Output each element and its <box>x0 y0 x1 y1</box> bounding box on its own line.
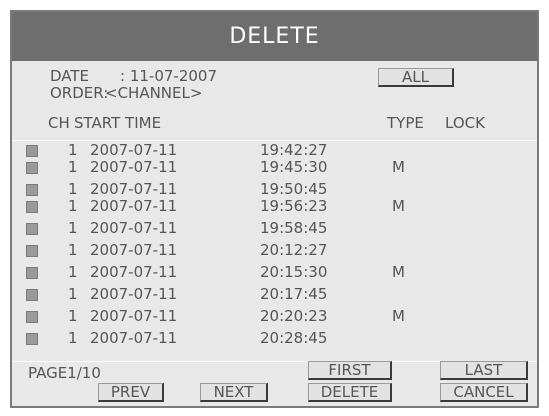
row-type: M <box>392 197 405 215</box>
row-channel: 1 <box>68 329 78 347</box>
date-value: : 11-07-2007 <box>120 67 217 85</box>
row-channel: 1 <box>68 197 78 215</box>
row-date: 2007-07-11 <box>90 329 178 347</box>
first-button[interactable]: FIRST <box>308 361 392 380</box>
row-checkbox[interactable] <box>26 289 38 301</box>
row-time: 20:28:45 <box>260 329 328 347</box>
column-header-ch: CH <box>48 114 70 132</box>
cancel-button[interactable]: CANCEL <box>440 383 528 402</box>
table-row[interactable]: 1 2007-07-11 19:58:45 <box>12 220 537 237</box>
row-channel: 1 <box>68 219 78 237</box>
row-date: 2007-07-11 <box>90 197 178 215</box>
row-checkbox[interactable] <box>26 145 38 157</box>
row-channel: 1 <box>68 263 78 281</box>
row-channel: 1 <box>68 141 78 159</box>
delete-button[interactable]: DELETE <box>308 383 392 402</box>
row-date: 2007-07-11 <box>90 241 178 259</box>
row-date: 2007-07-11 <box>90 180 178 198</box>
row-time: 20:12:27 <box>260 241 328 259</box>
table-row[interactable]: 1 2007-07-11 20:15:30 M <box>12 264 537 281</box>
row-date: 2007-07-11 <box>90 307 178 325</box>
row-time: 20:15:30 <box>260 263 328 281</box>
row-type: M <box>392 307 405 325</box>
row-checkbox[interactable] <box>26 162 38 174</box>
row-channel: 1 <box>68 180 78 198</box>
row-checkbox[interactable] <box>26 201 38 213</box>
row-checkbox[interactable] <box>26 311 38 323</box>
row-time: 19:45:30 <box>260 158 328 176</box>
order-value[interactable]: <CHANNEL> <box>105 85 202 101</box>
row-time: 20:17:45 <box>260 285 328 303</box>
row-channel: 1 <box>68 241 78 259</box>
column-header-start-time: START TIME <box>74 114 162 132</box>
row-type: M <box>392 158 405 176</box>
table-row[interactable]: 1 2007-07-11 19:45:30 M <box>12 159 537 176</box>
table-row[interactable]: 1 2007-07-11 20:28:45 <box>12 330 537 347</box>
row-time: 19:58:45 <box>260 219 328 237</box>
row-channel: 1 <box>68 158 78 176</box>
all-button[interactable]: ALL <box>378 68 454 87</box>
dialog-title: DELETE <box>12 12 537 61</box>
row-time: 19:56:23 <box>260 197 328 215</box>
row-checkbox[interactable] <box>26 245 38 257</box>
row-date: 2007-07-11 <box>90 285 178 303</box>
table-row[interactable]: 1 2007-07-11 19:50:45 <box>12 181 537 198</box>
page-indicator: PAGE1/10 <box>28 364 101 382</box>
last-button[interactable]: LAST <box>440 361 528 380</box>
row-checkbox[interactable] <box>26 267 38 279</box>
order-label: ORDER: <box>50 84 109 102</box>
row-checkbox[interactable] <box>26 333 38 345</box>
table-row[interactable]: 1 2007-07-11 19:42:27 <box>12 142 537 159</box>
row-checkbox[interactable] <box>26 184 38 196</box>
table-row[interactable]: 1 2007-07-11 20:12:27 <box>12 242 537 259</box>
row-date: 2007-07-11 <box>90 263 178 281</box>
date-label: DATE <box>50 67 90 85</box>
row-time: 20:20:23 <box>260 307 328 325</box>
row-type: M <box>392 263 405 281</box>
column-header-lock: LOCK <box>445 114 485 132</box>
row-date: 2007-07-11 <box>90 158 178 176</box>
table-row[interactable]: 1 2007-07-11 20:17:45 <box>12 286 537 303</box>
row-checkbox[interactable] <box>26 223 38 235</box>
row-channel: 1 <box>68 307 78 325</box>
row-date: 2007-07-11 <box>90 219 178 237</box>
delete-dialog: DELETE DATE : 11-07-2007 ORDER: <CHANNEL… <box>10 10 539 408</box>
row-channel: 1 <box>68 285 78 303</box>
row-time: 19:50:45 <box>260 180 328 198</box>
table-row[interactable]: 1 2007-07-11 20:20:23 M <box>12 308 537 325</box>
prev-button[interactable]: PREV <box>98 383 164 402</box>
column-header-type: TYPE <box>387 114 424 132</box>
table-row[interactable]: 1 2007-07-11 19:56:23 M <box>12 198 537 215</box>
next-button[interactable]: NEXT <box>200 383 268 402</box>
row-date: 2007-07-11 <box>90 141 178 159</box>
row-time: 19:42:27 <box>260 141 328 159</box>
